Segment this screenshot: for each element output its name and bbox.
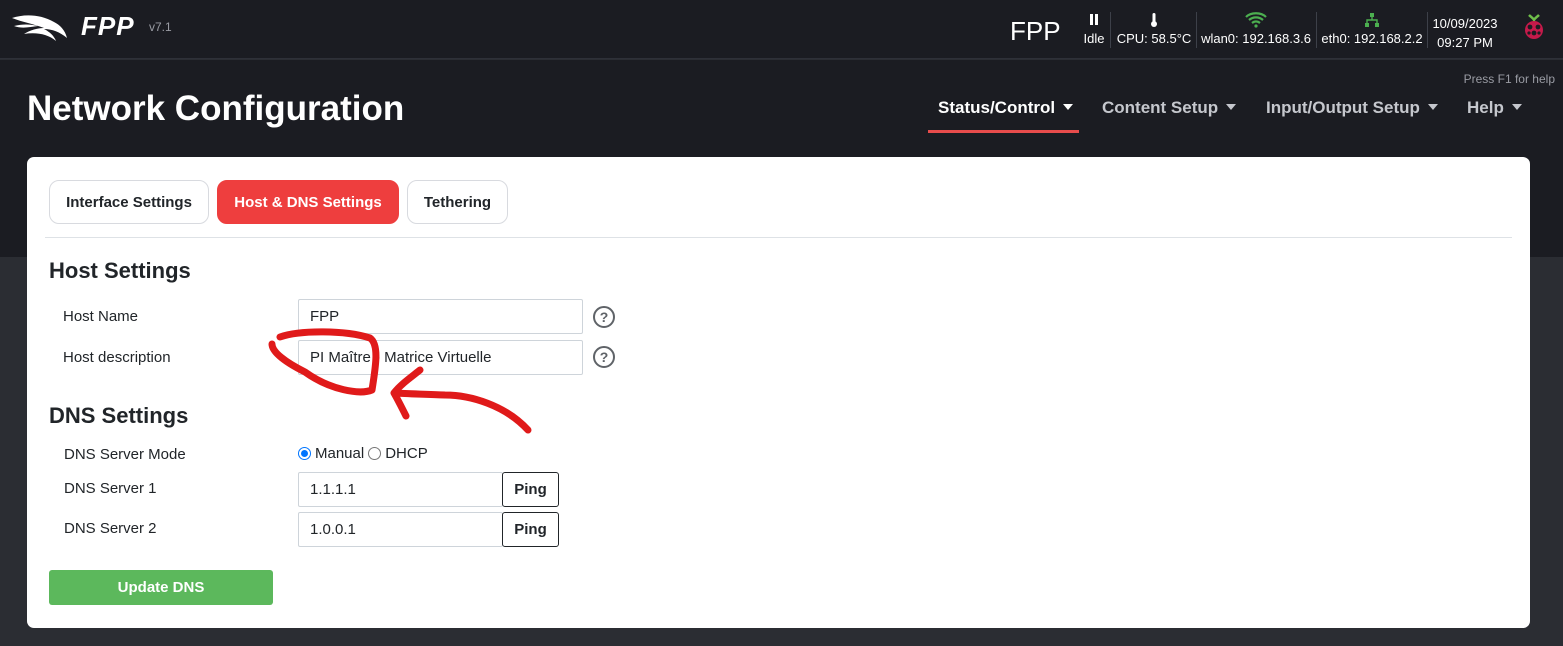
status-divider — [1316, 12, 1317, 48]
host-name-label: Host Name — [63, 308, 139, 325]
player-status-text: Idle — [1083, 31, 1105, 46]
host-settings-heading: Host Settings — [49, 258, 191, 283]
nav-input-output-setup[interactable]: Input/Output Setup — [1266, 98, 1438, 118]
dns-server-2-label: DNS Server 2 — [64, 520, 157, 537]
wlan-text: wlan0: 192.168.3.6 — [1201, 31, 1311, 46]
nav-label: Content Setup — [1102, 98, 1219, 117]
ping-dns-1-button[interactable]: Ping — [502, 472, 559, 507]
status-divider — [1196, 12, 1197, 48]
caret-down-icon — [1063, 104, 1074, 110]
caret-down-icon — [1511, 104, 1522, 110]
pause-icon — [1090, 14, 1098, 25]
date-text: 10/09/2023 — [1432, 16, 1498, 31]
dns-server-1-input[interactable] — [298, 472, 503, 507]
dns-mode-manual-label[interactable]: Manual — [315, 445, 364, 462]
wlan-status[interactable]: wlan0: 192.168.3.6 — [1198, 12, 1314, 46]
nav-label: Help — [1467, 98, 1504, 117]
host-description-label: Host description — [63, 349, 171, 366]
update-dns-button[interactable]: Update DNS — [49, 570, 273, 605]
tab-tethering[interactable]: Tethering — [407, 180, 508, 224]
dns-settings-heading: DNS Settings — [49, 403, 189, 428]
eth-text: eth0: 192.168.2.2 — [1321, 31, 1423, 46]
eth-status[interactable]: eth0: 192.168.2.2 — [1318, 12, 1426, 46]
dns-mode-radio-group: Manual DHCP — [298, 445, 428, 462]
help-circle-icon[interactable]: ? — [593, 306, 615, 328]
dns-server-1-label: DNS Server 1 — [64, 480, 157, 497]
settings-card: Interface Settings Host & DNS Settings T… — [27, 157, 1530, 628]
tabs-divider — [45, 237, 1512, 238]
time-text: 09:27 PM — [1437, 35, 1493, 50]
help-hint: Press F1 for help — [1463, 72, 1555, 86]
nav-status-control[interactable]: Status/Control — [938, 98, 1074, 118]
nav-content-setup[interactable]: Content Setup — [1102, 98, 1237, 118]
nav-label: Status/Control — [938, 98, 1056, 117]
dns-server-2-input[interactable] — [298, 512, 503, 547]
thermometer-icon — [1151, 13, 1157, 27]
nav-active-indicator — [928, 130, 1079, 133]
tab-interface-settings[interactable]: Interface Settings — [49, 180, 209, 224]
nav-help[interactable]: Help — [1467, 98, 1522, 118]
dns-mode-label: DNS Server Mode — [64, 446, 186, 463]
app-version: v7.1 — [149, 20, 172, 34]
nav-label: Input/Output Setup — [1266, 98, 1420, 117]
fpp-logo-icon[interactable] — [10, 12, 68, 42]
host-description-input[interactable] — [298, 340, 583, 375]
cpu-temp-text: CPU: 58.5°C — [1116, 31, 1192, 46]
host-name-input[interactable] — [298, 299, 583, 334]
caret-down-icon — [1427, 104, 1438, 110]
app-name: FPP — [81, 11, 135, 41]
ethernet-icon — [1365, 13, 1379, 27]
cpu-temp: CPU: 58.5°C — [1114, 12, 1194, 46]
page-title: Network Configuration — [27, 89, 405, 128]
dns-mode-dhcp-label[interactable]: DHCP — [385, 445, 428, 462]
datetime: 10/09/2023 09:27 PM — [1428, 14, 1502, 52]
dns-mode-manual-radio[interactable] — [298, 447, 311, 460]
status-divider — [1110, 12, 1111, 48]
tab-host-dns-settings[interactable]: Host & DNS Settings — [217, 180, 399, 224]
player-status[interactable]: Idle — [1080, 12, 1108, 46]
caret-down-icon — [1226, 104, 1237, 110]
help-circle-icon[interactable]: ? — [593, 346, 615, 368]
wifi-icon — [1245, 12, 1267, 28]
top-status-bar: FPP v7.1 FPP Idle CPU: 58.5°C wlan0: 192… — [0, 0, 1563, 59]
ping-dns-2-button[interactable]: Ping — [502, 512, 559, 547]
status-hostname: FPP — [1010, 16, 1061, 46]
dns-mode-dhcp-radio[interactable] — [368, 447, 382, 460]
raspberry-pi-icon — [1525, 14, 1543, 39]
